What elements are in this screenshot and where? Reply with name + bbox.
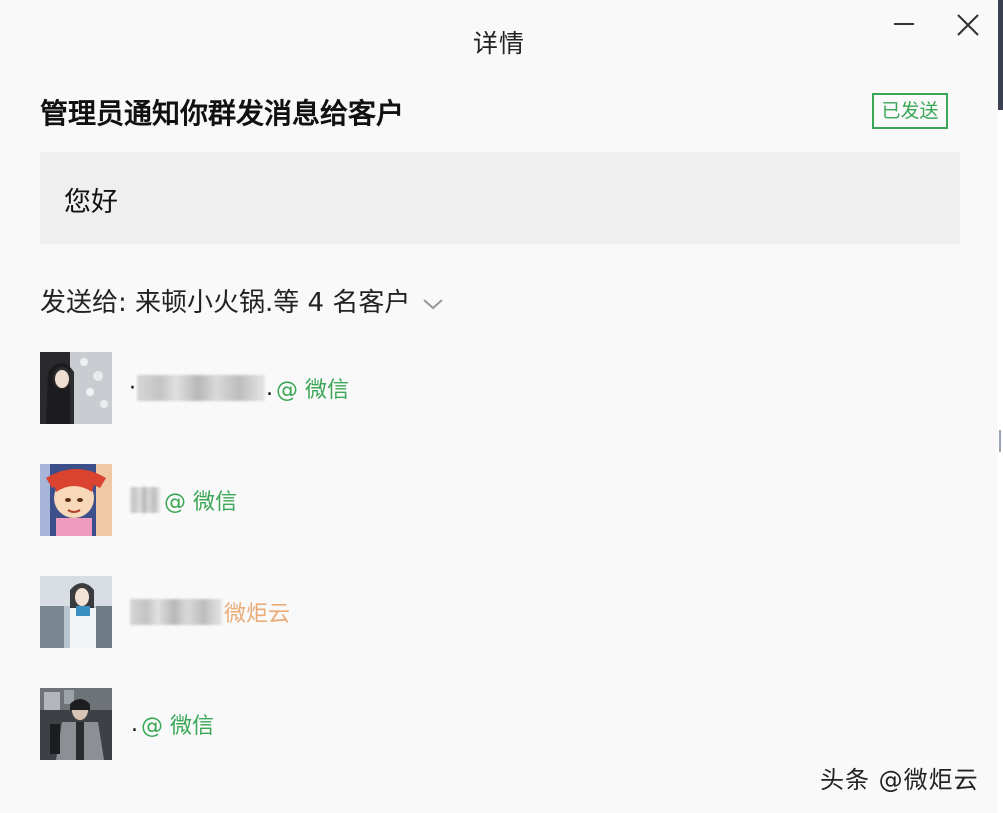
minimize-button[interactable] [886,8,922,42]
customer-item[interactable]: · . @ 微信 [40,352,640,424]
wechat-source-tag: @ 微信 [141,714,214,739]
minimize-icon [894,23,914,25]
redacted-name [130,599,222,625]
customer-name: @ 微信 [128,484,237,516]
avatar [40,688,112,760]
status-badge: 已发送 [872,93,948,129]
redacted-name [137,375,265,401]
chevron-down-icon[interactable] [422,297,444,311]
source-tag: 微炬云 [224,602,291,627]
window-title: 详情 [472,29,525,58]
recipients-summary-label: 发送给: 来顿小火锅.等 4 名客户 [40,288,411,318]
message-box: 您好 [40,152,960,244]
wechat-source-tag: @ 微信 [276,378,349,403]
customer-name: · . @ 微信 [128,372,349,404]
recipients-summary[interactable]: 发送给: 来顿小火锅.等 4 名客户 [40,282,444,319]
notification-heading: 管理员通知你群发消息给客户 [40,97,405,130]
detail-window: 详情 管理员通知你群发消息给客户 已发送 您好 发送给: 来顿小火锅.等 4 名… [0,0,998,813]
customer-name: 微炬云 [128,596,290,628]
close-icon [957,14,979,36]
avatar [40,576,112,648]
customer-item[interactable]: . @ 微信 [40,688,640,760]
watermark-text: 头条 @微炬云 [820,766,979,794]
message-text: 您好 [64,187,118,218]
customer-item[interactable]: @ 微信 [40,464,640,536]
wechat-source-tag: @ 微信 [164,490,237,515]
avatar [40,464,112,536]
background-window-edge [998,0,1003,813]
avatar [40,352,112,424]
close-button[interactable] [950,8,986,42]
redacted-name [130,487,160,513]
customer-name: . @ 微信 [128,708,214,740]
customer-item[interactable]: 微炬云 [40,576,640,648]
